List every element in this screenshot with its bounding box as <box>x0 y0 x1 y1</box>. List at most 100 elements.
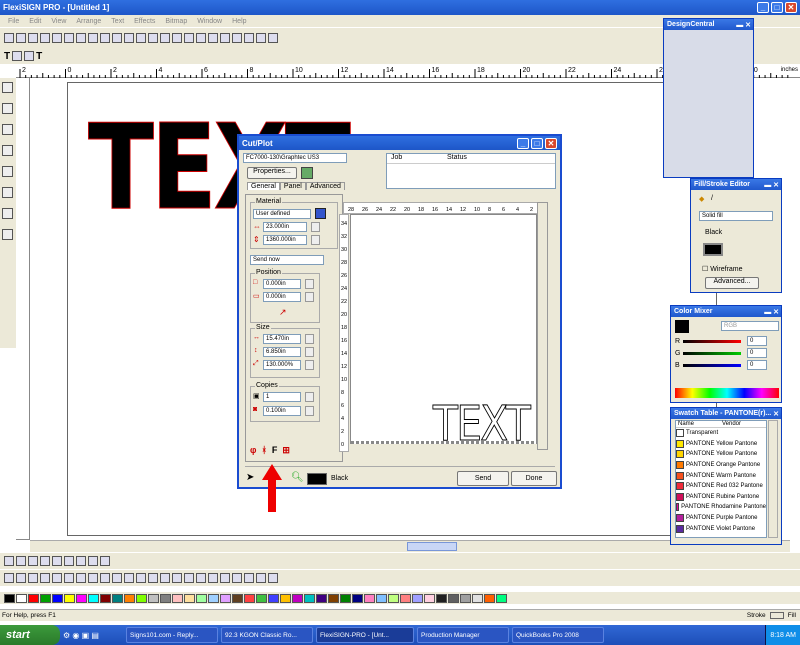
zoom-fit-icon[interactable] <box>76 556 86 566</box>
select-arrow-icon[interactable]: ➤ <box>246 472 254 483</box>
copies-gap-spin[interactable] <box>305 406 314 416</box>
swatch-item[interactable]: PANTONE Warm Pantone <box>676 470 766 481</box>
group-icon[interactable] <box>208 33 218 43</box>
palette-color-swatch[interactable] <box>400 593 411 603</box>
size-h-spin[interactable] <box>305 347 314 357</box>
tab-panel[interactable]: Panel <box>279 182 306 190</box>
size-w-field[interactable]: 15.470in <box>263 334 301 344</box>
stroke-pen-icon[interactable]: / <box>711 195 713 202</box>
fill-tool-icon[interactable] <box>2 229 13 240</box>
ellipse-icon[interactable] <box>76 573 86 583</box>
palette-color-swatch[interactable] <box>340 593 351 603</box>
cut-icon[interactable] <box>100 33 110 43</box>
palette-color-swatch[interactable] <box>292 593 303 603</box>
zoom-in-icon[interactable] <box>40 556 50 566</box>
r-field[interactable]: 0 <box>747 336 767 346</box>
swatch-item[interactable]: PANTONE Rhodamine Pantone <box>676 502 766 513</box>
palette-color-swatch[interactable] <box>412 593 423 603</box>
size-w-spin[interactable] <box>305 334 314 344</box>
menu-item-effects[interactable]: Effects <box>130 18 159 25</box>
text-tool-icon[interactable] <box>2 103 13 114</box>
palette-color-swatch[interactable] <box>208 593 219 603</box>
palette-color-swatch[interactable] <box>436 593 447 603</box>
tab-advanced[interactable]: Advanced <box>305 182 345 190</box>
palette-color-swatch[interactable] <box>496 593 507 603</box>
palette-color-swatch[interactable] <box>64 593 75 603</box>
spectrum-bar[interactable] <box>675 388 779 398</box>
font-size-icon[interactable] <box>12 51 23 61</box>
size-pct-spin[interactable] <box>305 360 314 370</box>
taskbar-item[interactable]: 92.3 KGON Classic Ro... <box>221 627 313 643</box>
palette-color-swatch[interactable] <box>484 593 495 603</box>
palette-color-swatch[interactable] <box>76 593 87 603</box>
send-mode-select[interactable]: Send now <box>250 255 324 265</box>
dimension-icon[interactable] <box>160 573 170 583</box>
shape-tool-icon[interactable] <box>2 187 13 198</box>
zoom-icon[interactable]: 🔍︎ <box>291 472 304 483</box>
start-button[interactable]: start <box>0 625 60 645</box>
palette-color-swatch[interactable] <box>328 593 339 603</box>
palette-color-swatch[interactable] <box>16 593 27 603</box>
swatch-list[interactable]: Name Vendor Transparent PANTONE Yellow Pan… <box>675 420 767 538</box>
taskbar-item[interactable]: FlexiSIGN-PRO - [Unt... <box>316 627 414 643</box>
pos-x-field[interactable]: 0.000in <box>263 279 301 289</box>
tile-icon[interactable]: ᚼ <box>261 445 266 456</box>
size-pct-field[interactable]: 130.000% <box>263 360 301 370</box>
weld-icon[interactable] <box>244 33 254 43</box>
color-icon[interactable] <box>172 33 182 43</box>
palette-color-swatch[interactable] <box>160 593 171 603</box>
knife-icon[interactable] <box>28 573 38 583</box>
line-icon[interactable] <box>112 573 122 583</box>
swatch-item[interactable]: PANTONE Rubine Pantone <box>676 492 766 503</box>
menu-item-bitmap[interactable]: Bitmap <box>161 18 191 25</box>
properties-button[interactable]: Properties... <box>247 167 297 179</box>
palette-color-swatch[interactable] <box>448 593 459 603</box>
b-slider[interactable] <box>683 364 741 367</box>
g-slider[interactable] <box>683 352 741 355</box>
palette-color-swatch[interactable] <box>124 593 135 603</box>
crop-icon[interactable] <box>256 573 266 583</box>
cutplot-close[interactable]: ✕ <box>545 137 557 149</box>
bezier-icon[interactable] <box>124 573 134 583</box>
tab-general[interactable]: General <box>247 182 280 190</box>
quick-launch[interactable]: ⚙ ◉ ▣ ▤ <box>63 631 123 640</box>
b-field[interactable]: 0 <box>747 360 767 370</box>
palette-color-swatch[interactable] <box>4 593 15 603</box>
r-slider[interactable] <box>683 340 741 343</box>
node-tool-icon[interactable] <box>2 145 13 156</box>
swatch-item[interactable]: PANTONE Purple Pantone <box>676 513 766 524</box>
fill-bucket-icon[interactable]: ◆ <box>699 195 704 203</box>
preview-scrollbar[interactable] <box>537 202 548 450</box>
freehand-icon[interactable] <box>136 573 146 583</box>
contour-icon[interactable] <box>184 573 194 583</box>
swatch-item[interactable]: PANTONE Yellow Pantone <box>676 449 766 460</box>
mixer-color-swatch[interactable] <box>675 320 689 333</box>
weed-border-icon[interactable]: φ <box>250 445 256 456</box>
palette-color-swatch[interactable] <box>460 593 471 603</box>
palette-color-swatch[interactable] <box>136 593 147 603</box>
pan-icon[interactable] <box>88 556 98 566</box>
palette-color-swatch[interactable] <box>28 593 39 603</box>
fill-icon[interactable] <box>232 33 242 43</box>
palette-color-swatch[interactable] <box>388 593 399 603</box>
swatch-item[interactable]: PANTONE Orange Pantone <box>676 460 766 471</box>
layer-icon[interactable] <box>16 556 26 566</box>
palette-color-swatch[interactable] <box>268 593 279 603</box>
pos-y-field[interactable]: 0.000in <box>263 292 301 302</box>
size-h-field[interactable]: 6.850in <box>263 347 301 357</box>
blend-icon[interactable] <box>208 573 218 583</box>
select-icon[interactable] <box>4 573 14 583</box>
polygon-icon[interactable] <box>100 573 110 583</box>
align-icon[interactable] <box>28 556 38 566</box>
pen-tool-icon[interactable] <box>2 124 13 135</box>
palette-color-swatch[interactable] <box>112 593 123 603</box>
ungroup-icon[interactable] <box>220 33 230 43</box>
print-icon[interactable] <box>52 33 62 43</box>
save-icon[interactable] <box>28 33 38 43</box>
palette-color-swatch[interactable] <box>280 593 291 603</box>
warp-icon[interactable] <box>172 573 182 583</box>
zoom-page-icon[interactable] <box>64 556 74 566</box>
palette-color-swatch[interactable] <box>100 593 111 603</box>
device-select[interactable]: FC7000-130\Graphtec US3 <box>243 153 347 163</box>
palette-color-swatch[interactable] <box>184 593 195 603</box>
